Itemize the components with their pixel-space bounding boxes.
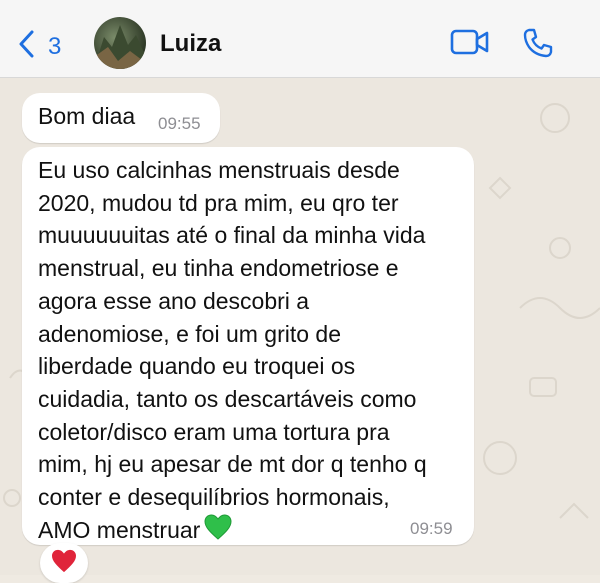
phone-call-button[interactable] [522, 27, 554, 64]
avatar[interactable] [94, 17, 146, 69]
phone-icon [522, 28, 554, 63]
chat-header: 3 Luiza [0, 0, 600, 78]
message-text: Eu uso calcinhas menstruais desde 2020, … [38, 154, 468, 549]
message-text: Bom diaa [38, 103, 136, 129]
message-bubble[interactable]: Eu uso calcinhas menstruais desde 2020, … [22, 147, 474, 545]
red-heart-icon [51, 549, 77, 578]
back-button[interactable]: 3 [18, 30, 61, 63]
message-body: Eu uso calcinhas menstruais desde 2020, … [38, 157, 427, 543]
message-reaction[interactable] [40, 543, 88, 583]
message-bubble[interactable]: Bom diaa 09:55 [22, 93, 220, 143]
video-call-icon [450, 29, 490, 60]
contact-name[interactable]: Luiza [160, 30, 221, 58]
message-time: 09:59 [410, 519, 453, 538]
green-heart-icon [204, 514, 232, 549]
unread-count: 3 [48, 32, 62, 60]
message-time: 09:55 [158, 114, 201, 133]
chevron-left-icon [18, 30, 34, 63]
video-call-button[interactable] [450, 28, 490, 61]
